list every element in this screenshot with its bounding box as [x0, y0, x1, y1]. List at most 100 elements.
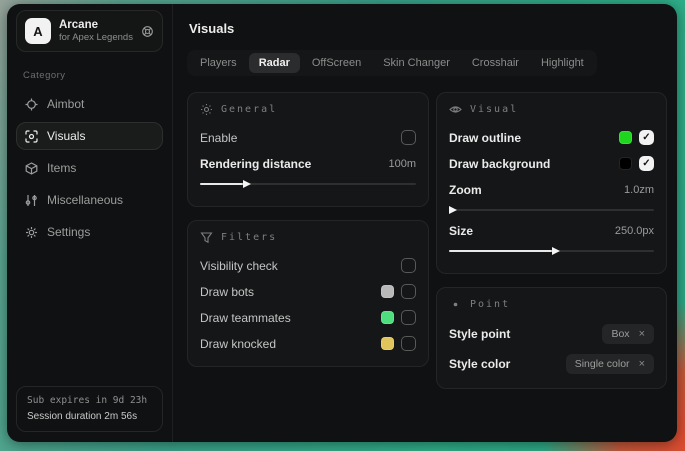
category-label: Category — [23, 70, 156, 81]
setting-row-size: Size 250.0px — [449, 220, 654, 241]
sidebar-item-items[interactable]: Items — [16, 154, 163, 182]
section-title: Visual — [470, 104, 518, 115]
sidebar: A Arcane for Apex Legends Category — [7, 4, 173, 442]
color-swatch[interactable] — [381, 311, 394, 324]
app-logo: A — [25, 18, 51, 44]
setting-label: Draw background — [449, 157, 550, 171]
slider-thumb[interactable] — [552, 247, 560, 255]
chip-close-icon[interactable]: × — [639, 329, 645, 340]
app-name: Arcane — [59, 18, 133, 32]
eye-icon — [449, 103, 462, 116]
setting-label: Style color — [449, 357, 510, 371]
sidebar-item-miscellaneous[interactable]: Miscellaneous — [16, 186, 163, 214]
setting-value: 1.0zm — [624, 184, 654, 196]
setting-value: 100m — [388, 158, 416, 170]
setting-row-enable: Enable ✓ — [200, 127, 416, 148]
general-card-header: General — [200, 103, 416, 116]
sidebar-item-label: Settings — [47, 225, 90, 239]
slider-fill — [200, 183, 243, 185]
tab-radar[interactable]: Radar — [249, 53, 300, 73]
point-icon — [449, 298, 462, 311]
brand-text: Arcane for Apex Legends — [59, 18, 133, 44]
general-card: General Enable ✓ Rendering distance 100m — [187, 92, 429, 207]
tab-players[interactable]: Players — [190, 53, 247, 73]
draw-knocked-checkbox[interactable]: ✓ — [401, 336, 416, 351]
style-color-chip[interactable]: Single color × — [566, 354, 654, 374]
sidebar-item-label: Miscellaneous — [47, 193, 123, 207]
sliders-icon — [25, 194, 38, 207]
slider-thumb[interactable] — [243, 180, 251, 188]
visibility-check-checkbox[interactable]: ✓ — [401, 258, 416, 273]
tab-bar: Players Radar OffScreen Skin Changer Cro… — [187, 50, 597, 76]
setting-label: Style point — [449, 327, 510, 341]
slider-track[interactable] — [200, 183, 416, 185]
setting-label: Draw teammates — [200, 311, 291, 325]
tab-highlight[interactable]: Highlight — [531, 53, 594, 73]
tab-skin-changer[interactable]: Skin Changer — [373, 53, 460, 73]
sidebar-item-settings[interactable]: Settings — [16, 218, 163, 246]
style-point-chip[interactable]: Box × — [602, 324, 654, 344]
setting-row-rendering-distance: Rendering distance 100m — [200, 153, 416, 174]
visual-card: Visual Draw outline ✓ Draw background — [436, 92, 667, 274]
color-swatch[interactable] — [619, 131, 632, 144]
slider-thumb[interactable] — [449, 206, 457, 214]
slider-track[interactable] — [449, 209, 654, 211]
target-icon[interactable] — [141, 25, 154, 38]
tab-crosshair[interactable]: Crosshair — [462, 53, 529, 73]
page-title: Visuals — [189, 21, 668, 36]
setting-label: Zoom — [449, 183, 482, 197]
setting-label: Rendering distance — [200, 157, 311, 171]
crosshair-icon — [25, 98, 38, 111]
filters-card-header: Filters — [200, 231, 416, 244]
sidebar-item-aimbot[interactable]: Aimbot — [16, 90, 163, 118]
chip-label: Single color — [575, 358, 630, 370]
funnel-icon — [200, 231, 213, 244]
sidebar-item-label: Items — [47, 161, 76, 175]
brand-card: A Arcane for Apex Legends — [16, 10, 163, 52]
zoom-slider[interactable] — [449, 205, 654, 215]
color-swatch[interactable] — [381, 337, 394, 350]
draw-background-checkbox[interactable]: ✓ — [639, 156, 654, 171]
setting-label: Draw bots — [200, 285, 254, 299]
sidebar-item-visuals[interactable]: Visuals — [16, 122, 163, 150]
gear-icon — [25, 226, 38, 239]
session-duration-text: Session duration 2m 56s — [27, 409, 152, 425]
setting-row-zoom: Zoom 1.0zm — [449, 179, 654, 200]
setting-row-style-color: Style color Single color × — [449, 352, 654, 376]
setting-row-draw-teammates: Draw teammates ✓ — [200, 307, 416, 328]
setting-label: Enable — [200, 131, 237, 145]
main-content: Visuals Players Radar OffScreen Skin Cha… — [173, 4, 677, 442]
setting-value: 250.0px — [615, 225, 654, 237]
color-swatch[interactable] — [619, 157, 632, 170]
section-title: Filters — [221, 232, 277, 243]
rendering-distance-slider[interactable] — [200, 179, 416, 189]
check-icon: ✓ — [642, 133, 650, 143]
draw-bots-checkbox[interactable]: ✓ — [401, 284, 416, 299]
size-slider[interactable] — [449, 246, 654, 256]
setting-label: Draw outline — [449, 131, 521, 145]
setting-row-draw-bots: Draw bots ✓ — [200, 281, 416, 302]
draw-teammates-checkbox[interactable]: ✓ — [401, 310, 416, 325]
filters-card: Filters Visibility check ✓ Draw bots — [187, 220, 429, 367]
setting-label: Visibility check — [200, 259, 278, 273]
chip-close-icon[interactable]: × — [639, 359, 645, 370]
setting-row-draw-background: Draw background ✓ — [449, 153, 654, 174]
slider-track[interactable] — [449, 250, 654, 252]
setting-row-draw-knocked: Draw knocked ✓ — [200, 333, 416, 354]
sun-icon — [200, 103, 213, 116]
section-title: General — [221, 104, 277, 115]
draw-outline-checkbox[interactable]: ✓ — [639, 130, 654, 145]
subscription-status-card: Sub expires in 9d 23h Session duration 2… — [16, 386, 163, 432]
section-title: Point — [470, 299, 510, 310]
setting-row-draw-outline: Draw outline ✓ — [449, 127, 654, 148]
tab-offscreen[interactable]: OffScreen — [302, 53, 371, 73]
setting-label: Size — [449, 224, 473, 238]
color-swatch[interactable] — [381, 285, 394, 298]
settings-columns: General Enable ✓ Rendering distance 100m — [187, 92, 668, 389]
eye-scan-icon — [25, 130, 38, 143]
app-subtitle: for Apex Legends — [59, 32, 133, 44]
sub-expires-text: Sub expires in 9d 23h — [27, 394, 152, 409]
point-card: Point Style point Box × Style color Sing… — [436, 287, 667, 389]
enable-checkbox[interactable]: ✓ — [401, 130, 416, 145]
visual-card-header: Visual — [449, 103, 654, 116]
